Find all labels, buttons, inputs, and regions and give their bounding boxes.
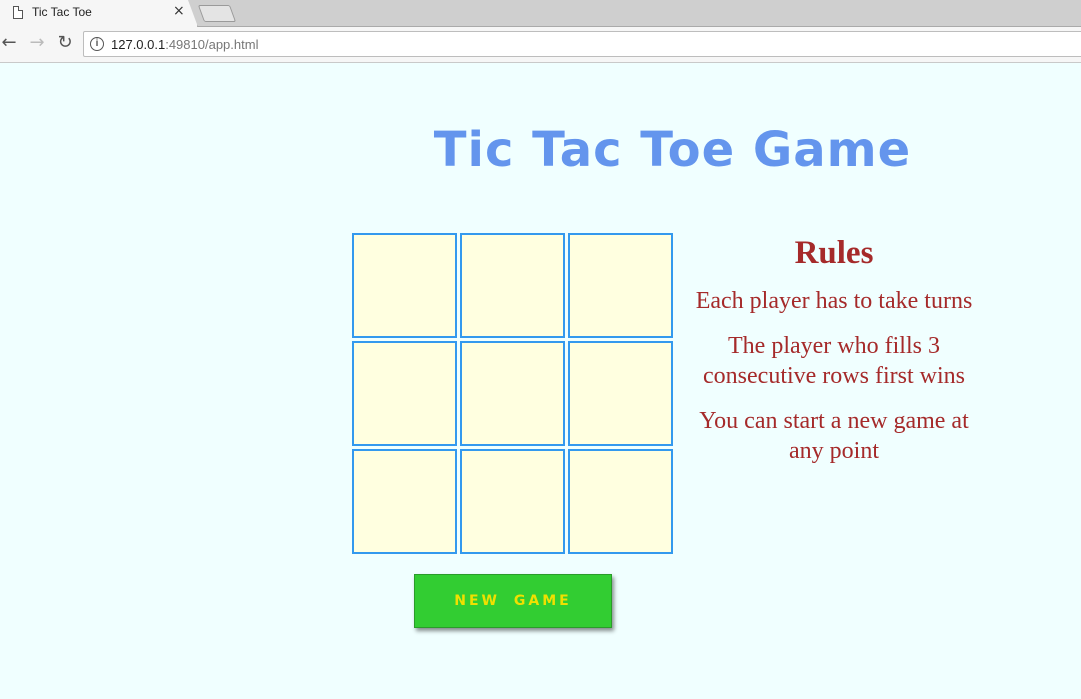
board-cell-5[interactable]	[460, 341, 565, 446]
new-tab-button[interactable]	[197, 5, 237, 22]
back-arrow-icon[interactable]: ←	[0, 32, 20, 54]
address-bar[interactable]: i 127.0.0.1:49810/app.html	[83, 31, 1081, 57]
rule-item: You can start a new game at any point	[699, 408, 969, 464]
page-title: Tic Tac Toe Game	[433, 122, 912, 178]
rule-item: The player who fills 3 consecutive rows …	[703, 333, 965, 389]
board-cell-3[interactable]	[568, 233, 673, 338]
reload-icon[interactable]: ↻	[54, 32, 76, 54]
board-cell-9[interactable]	[568, 449, 673, 554]
browser-tab[interactable]: Tic Tac Toe ×	[0, 0, 198, 27]
forward-arrow-icon[interactable]: →	[26, 32, 48, 54]
board-cell-8[interactable]	[460, 449, 565, 554]
url-path: :49810/app.html	[165, 37, 259, 52]
tab-title: Tic Tac Toe	[32, 5, 92, 19]
board-cell-6[interactable]	[568, 341, 673, 446]
rules-heading: Rules	[794, 235, 874, 271]
board-cell-1[interactable]	[352, 233, 457, 338]
browser-toolbar: ← → ↻ i 127.0.0.1:49810/app.html	[0, 27, 1081, 63]
tab-strip: Tic Tac Toe ×	[0, 0, 1081, 27]
board-cell-4[interactable]	[352, 341, 457, 446]
game-board	[352, 233, 674, 555]
new-game-button[interactable]: NEW GAME	[414, 574, 612, 628]
close-icon[interactable]: ×	[173, 3, 185, 19]
url-text[interactable]: 127.0.0.1:49810/app.html	[111, 37, 258, 52]
document-icon	[13, 6, 23, 19]
rule-item: Each player has to take turns	[695, 288, 973, 314]
info-icon[interactable]: i	[90, 37, 104, 51]
url-host: 127.0.0.1	[111, 37, 166, 52]
board-cell-7[interactable]	[352, 449, 457, 554]
board-cell-2[interactable]	[460, 233, 565, 338]
rules-panel: Rules Each player has to take turns The …	[684, 232, 984, 481]
